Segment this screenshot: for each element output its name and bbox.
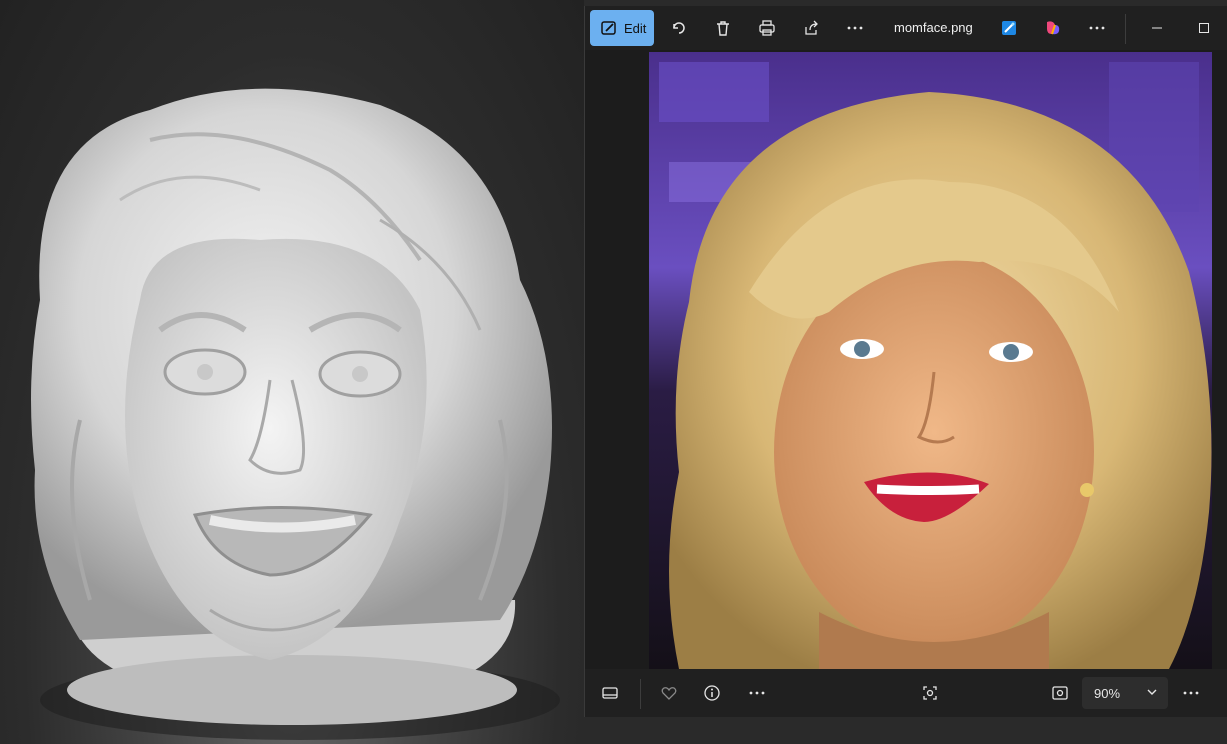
print-button[interactable] <box>751 12 783 44</box>
more-options-button-3[interactable] <box>741 677 773 709</box>
edit-label: Edit <box>624 20 647 36</box>
delete-button[interactable] <box>707 12 739 44</box>
minimize-button[interactable] <box>1141 12 1173 44</box>
more-options-button-4[interactable] <box>1175 677 1207 709</box>
more-icon <box>1182 684 1200 702</box>
actual-size-button[interactable] <box>1044 677 1076 709</box>
share-button[interactable] <box>795 12 827 44</box>
print-icon <box>758 19 776 37</box>
toolbar-divider <box>1125 14 1126 44</box>
bottom-divider <box>640 679 641 709</box>
share-icon <box>802 19 820 37</box>
photo-edit-app-button[interactable] <box>993 12 1025 44</box>
chevron-down-icon <box>1146 686 1158 698</box>
filmstrip-icon <box>601 684 619 702</box>
more-icon <box>748 684 766 702</box>
favorite-icon <box>660 684 678 702</box>
3d-viewport[interactable] <box>0 0 584 744</box>
more-icon <box>1088 19 1106 37</box>
image-viewer[interactable] <box>585 50 1227 669</box>
bust-model[interactable] <box>0 0 584 744</box>
bottom-toolbar: 90% <box>585 669 1227 717</box>
photo-edit-app-icon <box>1001 20 1017 36</box>
fit-icon <box>921 684 939 702</box>
info-button[interactable] <box>696 677 728 709</box>
minimize-icon <box>1150 21 1164 35</box>
maximize-button[interactable] <box>1188 12 1220 44</box>
filmstrip-button[interactable] <box>594 677 626 709</box>
favorite-button[interactable] <box>653 677 685 709</box>
rotate-icon <box>670 19 688 37</box>
edit-icon <box>600 19 618 37</box>
more-options-button-2[interactable] <box>1081 12 1113 44</box>
file-name: momface.png <box>894 20 973 35</box>
copilot-button[interactable] <box>1037 12 1069 44</box>
zoom-dropdown[interactable]: 90% <box>1082 677 1168 709</box>
more-icon <box>846 19 864 37</box>
more-options-button[interactable] <box>839 12 871 44</box>
rotate-button[interactable] <box>663 12 695 44</box>
delete-icon <box>714 19 732 37</box>
copilot-icon <box>1044 19 1062 37</box>
photos-app-window: Edit momface.png 90% <box>584 6 1227 717</box>
fit-to-window-button[interactable] <box>914 677 946 709</box>
actual-size-icon <box>1051 684 1069 702</box>
info-icon <box>703 684 721 702</box>
maximize-icon <box>1197 21 1211 35</box>
edit-button[interactable]: Edit <box>590 10 654 46</box>
zoom-value: 90% <box>1094 685 1121 701</box>
photo-image <box>649 52 1212 669</box>
top-toolbar: Edit momface.png <box>585 6 1227 50</box>
